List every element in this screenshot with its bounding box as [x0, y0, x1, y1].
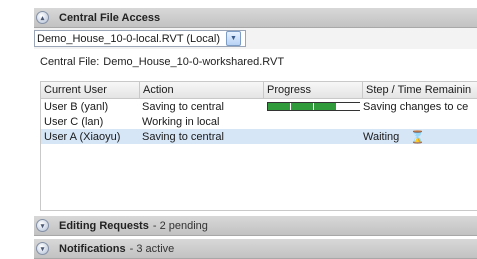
column-header-progress[interactable]: Progress — [264, 82, 363, 98]
column-header-action[interactable]: Action — [140, 82, 264, 98]
worksharing-monitor-window: ▴ Central File Access Demo_House_10-0-lo… — [0, 0, 477, 259]
progress-segment — [314, 103, 337, 110]
central-file-access-title: Central File Access — [59, 11, 161, 24]
notifications-header[interactable]: ▾ Notifications - 3 active — [34, 239, 477, 259]
column-header-step-time[interactable]: Step / Time Remainin — [363, 82, 477, 98]
cell-action: Saving to central — [142, 130, 224, 143]
cell-action: Working in local — [142, 115, 220, 128]
cell-user: User B (yanl) — [44, 100, 109, 113]
table-header: Current User Action Progress Step / Time… — [41, 82, 477, 99]
cell-progress — [262, 102, 360, 111]
chevron-down-icon[interactable]: ▼ — [226, 31, 242, 46]
waiting-label: Waiting — [363, 130, 400, 143]
cell-step: Waiting ⌛ — [360, 130, 477, 144]
cell-user: User A (Xiaoyu) — [44, 130, 121, 143]
progress-segment — [268, 103, 291, 110]
progress-bar — [267, 102, 360, 111]
cell-user: User C (lan) — [44, 115, 104, 128]
table-row[interactable]: User C (lan) Working in local — [41, 114, 477, 129]
table-row-selected[interactable]: User A (Xiaoyu) Saving to central Waitin… — [41, 129, 477, 144]
editing-requests-header[interactable]: ▾ Editing Requests - 2 pending — [34, 216, 477, 236]
notifications-title: Notifications — [59, 242, 126, 255]
users-table: Current User Action Progress Step / Time… — [40, 81, 477, 211]
hourglass-icon: ⌛ — [410, 129, 426, 144]
central-file-access-header[interactable]: ▴ Central File Access — [34, 8, 477, 28]
local-file-dropdown[interactable]: Demo_House_10-0-local.RVT (Local) ▼ — [34, 30, 247, 47]
table-row[interactable]: User B (yanl) Saving to central Saving c… — [41, 99, 477, 114]
central-file-info: Central File: Demo_House_10-0-workshared… — [40, 54, 470, 70]
notifications-count: - 3 active — [129, 242, 175, 255]
expand-collapse-icon[interactable]: ▾ — [36, 219, 49, 232]
local-file-dropdown-value: Demo_House_10-0-local.RVT (Local) — [37, 32, 221, 45]
expand-collapse-icon[interactable]: ▴ — [36, 11, 49, 24]
progress-segment — [291, 103, 314, 110]
column-header-current-user[interactable]: Current User — [41, 82, 140, 98]
central-file-label: Central File: — [40, 56, 100, 68]
editing-requests-count: - 2 pending — [152, 219, 208, 232]
expand-collapse-icon[interactable]: ▾ — [36, 242, 49, 255]
editing-requests-title: Editing Requests — [59, 219, 149, 232]
central-file-name: Demo_House_10-0-workshared.RVT — [103, 56, 285, 68]
cell-action: Saving to central — [142, 100, 224, 113]
cell-step: Saving changes to ce — [363, 100, 469, 113]
file-select-row: Demo_House_10-0-local.RVT (Local) ▼ — [34, 28, 477, 49]
